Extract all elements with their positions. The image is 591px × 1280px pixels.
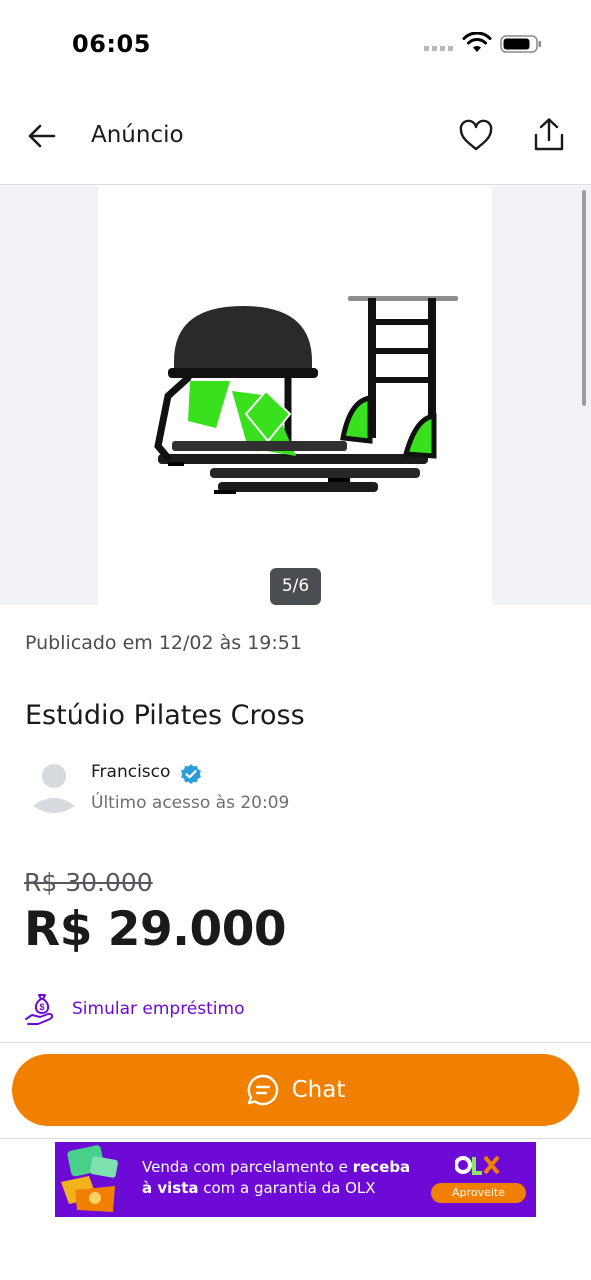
loan-icon: $ <box>25 994 54 1025</box>
share-icon[interactable] <box>530 116 568 154</box>
battery-icon <box>500 35 541 53</box>
pilates-equipment-image <box>154 296 458 494</box>
verified-icon <box>181 764 201 784</box>
banner-text-2: com a garantia da OLX <box>198 1179 376 1197</box>
divider <box>0 1138 591 1139</box>
back-arrow-icon[interactable] <box>24 118 60 154</box>
heart-icon[interactable] <box>458 118 494 154</box>
avatar <box>33 764 75 813</box>
banner-cta-button[interactable]: Aproveite <box>431 1183 526 1203</box>
published-date: Publicado em 12/02 às 19:51 <box>25 632 302 654</box>
seller-info[interactable]: Francisco Último acesso às 20:09 <box>25 756 475 820</box>
banner-text: Venda com parcelamento e receba à vista … <box>142 1157 442 1199</box>
old-price: R$ 30.000 <box>24 868 153 897</box>
price: R$ 29.000 <box>24 902 287 957</box>
status-bar: 06:05 <box>0 0 591 88</box>
chat-bubble-icon <box>247 1074 278 1106</box>
seller-name: Francisco <box>91 762 171 782</box>
photo-gallery[interactable]: 5/6 <box>0 186 591 605</box>
promo-banner[interactable]: Venda com parcelamento e receba à vista … <box>55 1142 536 1217</box>
simulate-loan-label: Simular empréstimo <box>72 999 245 1019</box>
olx-logo <box>455 1155 500 1175</box>
status-time: 06:05 <box>72 30 151 58</box>
photo-counter: 5/6 <box>270 568 321 605</box>
svg-text:$: $ <box>39 1002 44 1012</box>
banner-text-1: Venda com parcelamento e <box>142 1158 353 1176</box>
product-photo[interactable] <box>98 186 492 605</box>
wifi-icon <box>462 32 492 52</box>
listing-title: Estúdio Pilates Cross <box>25 700 305 731</box>
payment-illustration-icon <box>61 1145 118 1212</box>
page-title: Anúncio <box>91 122 184 148</box>
banner-text-bold-2: à vista <box>142 1179 199 1197</box>
app-header: Anúncio <box>0 88 591 185</box>
simulate-loan-link[interactable]: $ Simular empréstimo <box>24 990 244 1028</box>
gallery-scrollbar <box>582 190 586 406</box>
banner-text-bold-1: receba <box>352 1158 411 1176</box>
chat-button-label: Chat <box>291 1077 346 1103</box>
seller-last-seen: Último acesso às 20:09 <box>91 793 290 813</box>
divider <box>0 1042 591 1043</box>
cellular-signal-icon <box>424 46 453 51</box>
chat-button[interactable]: Chat <box>12 1054 579 1126</box>
